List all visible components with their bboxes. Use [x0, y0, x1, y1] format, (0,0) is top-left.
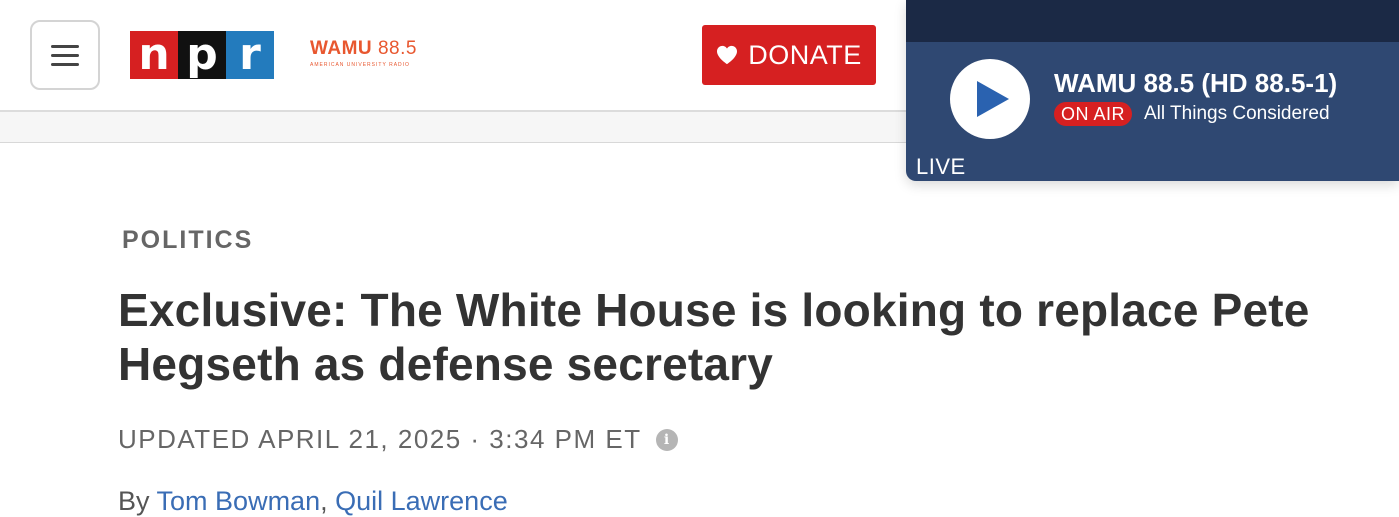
- donate-button[interactable]: DONATE: [702, 25, 876, 85]
- author-link-quil-lawrence[interactable]: Quil Lawrence: [335, 486, 508, 516]
- on-air-badge: ON AIR: [1054, 102, 1133, 126]
- live-radio-player: WAMU 88.5 (HD 88.5-1) ON AIR All Things …: [906, 0, 1399, 181]
- menu-button[interactable]: [30, 20, 100, 90]
- player-live-bar: [906, 155, 1399, 181]
- program-name[interactable]: All Things Considered: [1144, 102, 1330, 126]
- play-icon: [977, 81, 1009, 117]
- npr-logo[interactable]: n p r: [130, 31, 274, 79]
- author-link-tom-bowman[interactable]: Tom Bowman: [157, 486, 321, 516]
- wamu-logo-tagline: AMERICAN UNIVERSITY RADIO: [310, 62, 410, 68]
- byline: By Tom Bowman, Quil Lawrence: [118, 486, 508, 517]
- play-button[interactable]: [950, 59, 1030, 139]
- player-top-bar: [906, 0, 1399, 42]
- wamu-logo-name: WAMU: [310, 38, 373, 59]
- article-headline: Exclusive: The White House is looking to…: [118, 284, 1310, 390]
- wamu-logo[interactable]: WAMU 88.5 AMERICAN UNIVERSITY RADIO: [310, 38, 430, 72]
- author-separator: ,: [320, 486, 328, 516]
- npr-logo-p: p: [178, 31, 226, 79]
- dateline: UPDATED APRIL 21, 2025 · 3:34 PM ET i: [118, 424, 678, 455]
- dateline-text: UPDATED APRIL 21, 2025 · 3:34 PM ET: [118, 424, 642, 454]
- byline-prefix: By: [118, 486, 150, 516]
- donate-label: DONATE: [748, 39, 862, 70]
- section-label[interactable]: POLITICS: [122, 226, 253, 255]
- npr-logo-n: n: [130, 31, 178, 79]
- station-name[interactable]: WAMU 88.5 (HD 88.5-1): [1054, 68, 1337, 99]
- info-icon[interactable]: i: [655, 428, 678, 451]
- live-label: LIVE: [916, 154, 966, 179]
- hamburger-menu-icon: [51, 44, 79, 48]
- npr-logo-r: r: [226, 31, 274, 79]
- wamu-logo-frequency: 88.5: [377, 38, 417, 59]
- heart-icon: [717, 45, 738, 65]
